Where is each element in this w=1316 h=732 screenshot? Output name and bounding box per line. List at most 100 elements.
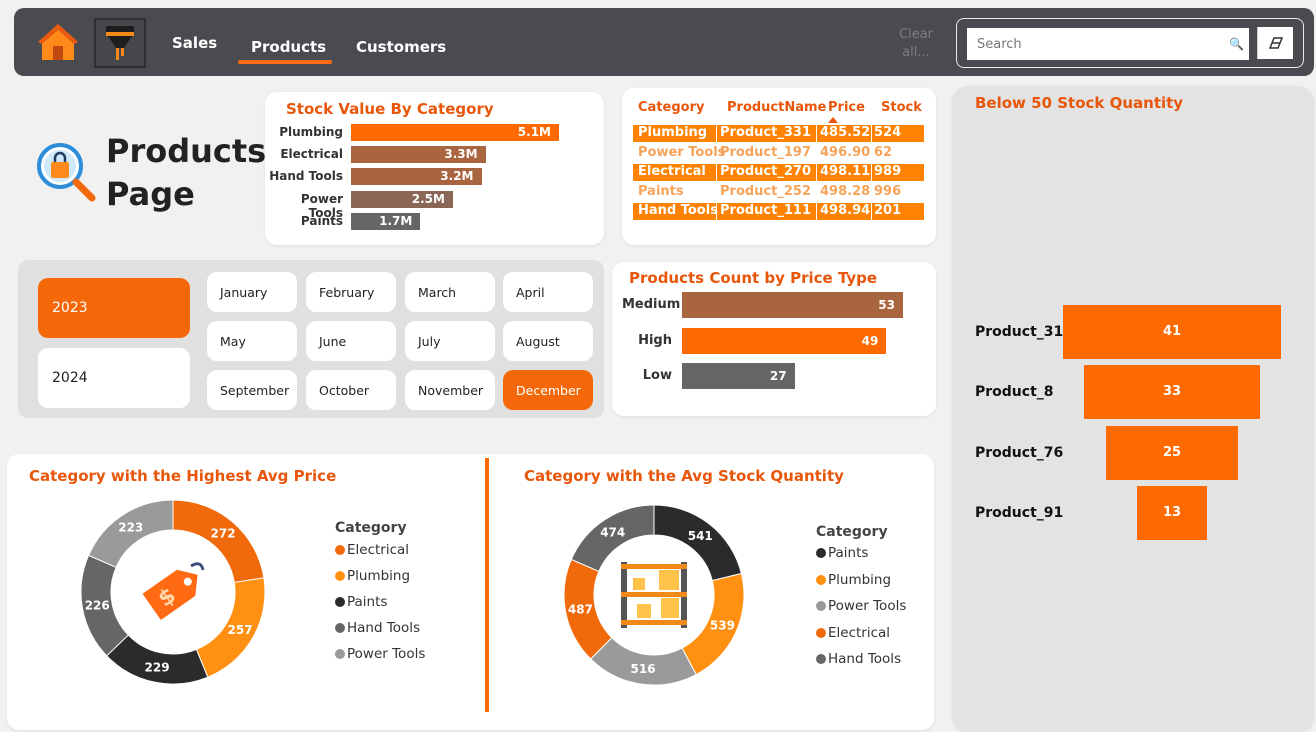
stock-value-label: Plumbing bbox=[279, 125, 343, 139]
clear-all-button[interactable]: Clear all... bbox=[894, 26, 938, 62]
avg_price-data-label: 223 bbox=[118, 521, 143, 535]
avg-stock-legend-title: Category bbox=[816, 524, 888, 540]
sort-descending-icon bbox=[828, 117, 838, 123]
legend-label: Plumbing bbox=[828, 571, 892, 588]
eraser-icon bbox=[1268, 37, 1283, 49]
legend-item[interactable]: Plumbing bbox=[335, 568, 410, 584]
legend-label: Power Tools bbox=[347, 646, 426, 662]
legend-label: Hand Tools bbox=[828, 651, 902, 667]
funnel-label: Product_311 bbox=[975, 324, 1073, 340]
header-productname[interactable]: ProductName bbox=[727, 100, 826, 115]
legend-label: Power Tools bbox=[828, 598, 907, 614]
table-cell: 989 bbox=[874, 164, 902, 179]
table-row[interactable]: Power Tools Product_197 496.90 62 bbox=[633, 145, 924, 162]
legend-label: Hand Tools bbox=[347, 620, 421, 636]
price-type-data-label: 27 bbox=[769, 369, 787, 383]
table-cell: 996 bbox=[874, 183, 902, 199]
header-category[interactable]: Category bbox=[638, 100, 704, 115]
warehouse-shelf-icon bbox=[621, 562, 687, 628]
legend-item[interactable]: Electrical bbox=[816, 625, 890, 641]
table-row[interactable]: Hand Tools Product_111 498.94 201 bbox=[633, 203, 924, 220]
header-stock[interactable]: Stock bbox=[881, 100, 922, 115]
price-type-label: Medium bbox=[622, 297, 681, 312]
filter-logo-icon[interactable] bbox=[94, 18, 146, 68]
cell-divider bbox=[871, 203, 872, 220]
table-cell: Power Tools bbox=[638, 144, 726, 160]
year-2023-button[interactable]: 2023 bbox=[38, 278, 190, 338]
funnel-label: Product_91 bbox=[975, 504, 1064, 521]
legend-item[interactable]: Power Tools bbox=[335, 646, 425, 662]
stock-value-data-label: 1.7M bbox=[379, 213, 413, 228]
cell-divider bbox=[816, 203, 817, 220]
month-january-button[interactable]: January bbox=[207, 272, 297, 312]
table-row[interactable]: Plumbing Product_331 485.52 524 bbox=[633, 125, 924, 142]
stock-value-data-label: 3.2M bbox=[440, 169, 474, 184]
table-cell: Plumbing bbox=[638, 125, 708, 140]
top-navigation-bar: Sales Products Customers Clear all... 🔍 bbox=[14, 8, 1314, 76]
tab-products[interactable]: Products bbox=[251, 38, 326, 56]
table-cell: Paints bbox=[638, 183, 684, 199]
legend-dot bbox=[335, 571, 345, 581]
below-50-stock-title: Below 50 Stock Quantity bbox=[975, 94, 1184, 112]
table-cell: 524 bbox=[874, 125, 902, 140]
cell-divider bbox=[816, 164, 817, 181]
stock-value-bar: 5.1M bbox=[351, 124, 559, 141]
month-march-button[interactable]: March bbox=[405, 272, 495, 312]
funnel-bar[interactable]: 13 bbox=[1137, 485, 1207, 540]
legend-item[interactable]: Paints bbox=[335, 594, 387, 610]
legend-item[interactable]: Electrical bbox=[335, 542, 409, 558]
search-icon: 🔍 bbox=[1229, 37, 1244, 51]
home-icon[interactable] bbox=[36, 22, 80, 62]
legend-item[interactable]: Paints bbox=[816, 545, 868, 561]
funnel-label: Product_8 bbox=[975, 384, 1054, 401]
cell-divider bbox=[716, 164, 717, 181]
legend-item[interactable]: Power Tools bbox=[816, 598, 906, 614]
table-row[interactable]: Electrical Product_270 498.11 989 bbox=[633, 164, 924, 181]
month-october-button[interactable]: October bbox=[306, 370, 396, 410]
price-tag-icon: $ bbox=[142, 562, 205, 621]
legend-item[interactable]: Hand Tools bbox=[335, 620, 420, 636]
table-cell: Product_270 bbox=[720, 164, 811, 179]
month-november-button[interactable]: November bbox=[405, 370, 495, 410]
avg_price-data-label: 226 bbox=[85, 599, 110, 613]
table-cell: 498.28 bbox=[820, 183, 871, 199]
table-cell: 62 bbox=[874, 144, 893, 160]
month-april-button[interactable]: April bbox=[503, 272, 593, 312]
legend-dot bbox=[816, 601, 826, 611]
header-price[interactable]: Price bbox=[828, 100, 865, 115]
avg-stock-title: Category with the Avg Stock Quantity bbox=[524, 467, 844, 485]
stock-value-bar: 3.2M bbox=[351, 168, 482, 186]
table-row[interactable]: Paints Product_252 498.28 996 bbox=[633, 184, 924, 201]
avg-price-title: Category with the Highest Avg Price bbox=[29, 467, 337, 485]
month-july-button[interactable]: July bbox=[405, 321, 495, 361]
tab-customers[interactable]: Customers bbox=[356, 38, 446, 56]
stock-value-data-label: 2.5M bbox=[411, 191, 445, 206]
funnel-bar[interactable]: 33 bbox=[1084, 365, 1260, 420]
stock-value-card: Stock Value By Category Plumbing 5.1M Elec… bbox=[265, 92, 604, 245]
funnel-bar[interactable]: 25 bbox=[1105, 425, 1239, 480]
legend-dot bbox=[816, 654, 826, 664]
price-type-bar: 49 bbox=[682, 327, 887, 354]
legend-label: Plumbing bbox=[347, 568, 411, 584]
month-february-button[interactable]: February bbox=[306, 272, 396, 312]
price-type-label: High bbox=[638, 332, 672, 348]
stock-value-data-label: 3.3M bbox=[444, 147, 478, 162]
funnel-bar[interactable]: 41 bbox=[1063, 305, 1281, 359]
eraser-button[interactable] bbox=[1257, 27, 1293, 59]
legend-item[interactable]: Plumbing bbox=[816, 572, 891, 588]
month-may-button[interactable]: May bbox=[207, 321, 297, 361]
month-august-button[interactable]: August bbox=[503, 321, 593, 361]
table-cell: Product_197 bbox=[720, 144, 811, 160]
table-cell: 498.11 bbox=[820, 164, 871, 179]
month-december-button[interactable]: December bbox=[503, 370, 593, 410]
price-type-title: Products Count by Price Type bbox=[629, 269, 878, 287]
table-cell: Product_331 bbox=[720, 125, 811, 140]
search-input[interactable] bbox=[967, 28, 1249, 60]
table-cell: Hand Tools bbox=[638, 203, 718, 218]
month-june-button[interactable]: June bbox=[306, 321, 396, 361]
year-2024-button[interactable]: 2024 bbox=[38, 348, 190, 408]
legend-item[interactable]: Hand Tools bbox=[816, 651, 901, 667]
month-september-button[interactable]: September bbox=[207, 370, 297, 410]
tab-sales[interactable]: Sales bbox=[172, 34, 217, 52]
table-cell: 485.52 bbox=[820, 125, 871, 140]
